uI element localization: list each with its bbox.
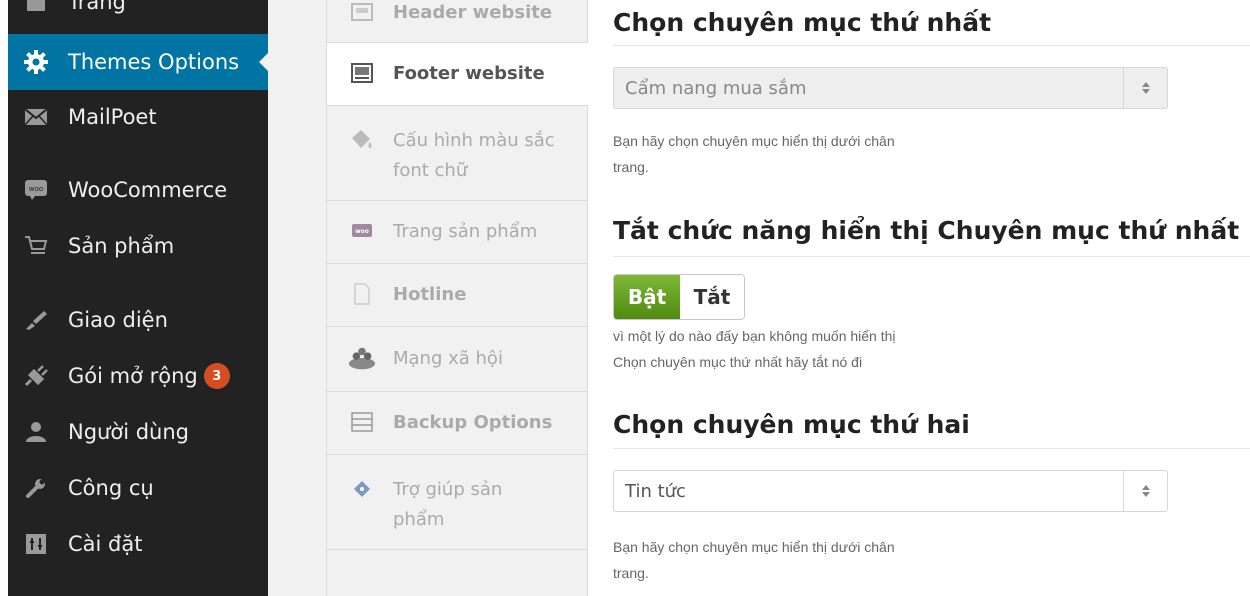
sidebar-edge bbox=[0, 0, 8, 596]
options-content: Chọn chuyên mục thứ nhất Cẩm nang mua sắ… bbox=[588, 0, 1250, 596]
footer-icon bbox=[347, 59, 377, 87]
divider bbox=[613, 45, 1250, 46]
cart-icon bbox=[22, 232, 50, 260]
tab-label: Trang sản phẩm bbox=[393, 221, 538, 242]
header-icon bbox=[347, 0, 377, 26]
sidebar-item-label: Sản phẩm bbox=[68, 234, 175, 258]
first-category-description: Bạn hãy chọn chuyên mục hiển thị dưới ch… bbox=[613, 133, 895, 175]
tab-label: Footer website bbox=[393, 63, 545, 84]
sidebar-item-mailpoet[interactable]: MailPoet bbox=[8, 94, 268, 140]
admin-sidebar: Trang Themes Options MailPoet woo WooCom… bbox=[0, 0, 268, 596]
svg-text:woo: woo bbox=[29, 185, 43, 193]
svg-text:woo: woo bbox=[355, 228, 369, 235]
woo-product-icon: woo bbox=[347, 217, 377, 245]
tab-label: Hotline bbox=[393, 284, 467, 305]
toggle-on-button[interactable]: Bật bbox=[614, 275, 680, 319]
tab-label: Mạng xã hội bbox=[393, 348, 503, 369]
tab-label: Trợ giúp sản phẩm bbox=[393, 479, 503, 530]
settings-icon bbox=[22, 530, 50, 558]
first-category-select[interactable]: Cẩm nang mua sắm bbox=[613, 67, 1168, 109]
social-icon bbox=[347, 344, 377, 372]
sidebar-item-label: Công cụ bbox=[68, 476, 154, 500]
second-category-select[interactable]: Tin tức bbox=[613, 470, 1168, 512]
tab-backup-options[interactable]: Backup Options bbox=[327, 392, 588, 455]
paint-bucket-icon bbox=[347, 126, 377, 154]
toggle-off-button[interactable]: Tắt bbox=[680, 275, 744, 319]
plugin-icon bbox=[22, 362, 50, 390]
sidebar-item-label: Người dùng bbox=[68, 420, 189, 444]
section-title-second-category: Chọn chuyên mục thứ hai bbox=[613, 410, 970, 439]
tab-color-font-config[interactable]: Cấu hình màu sắc font chữ bbox=[327, 106, 588, 201]
envelope-icon bbox=[22, 103, 50, 131]
tab-label: Cấu hình màu sắc font chữ bbox=[393, 130, 555, 181]
sidebar-item-settings[interactable]: Cài đặt bbox=[8, 520, 268, 568]
tab-footer-website[interactable]: Footer website bbox=[327, 43, 589, 106]
section-title-first-category: Chọn chuyên mục thứ nhất bbox=[613, 8, 992, 37]
tab-product-help[interactable]: Trợ giúp sản phẩm bbox=[327, 455, 588, 550]
toggle-description: vì một lý do nào đấy bạn không muốn hiển… bbox=[613, 328, 896, 370]
sidebar-item-pages[interactable]: Trang bbox=[8, 0, 268, 20]
sidebar-item-themes-options[interactable]: Themes Options bbox=[8, 34, 268, 90]
backup-icon bbox=[347, 408, 377, 436]
tab-label: Header website bbox=[393, 2, 553, 23]
section-title-toggle-first-category: Tắt chức năng hiển thị Chuyên mục thứ nh… bbox=[613, 216, 1240, 245]
paintbrush-icon bbox=[22, 306, 50, 334]
options-tab-list: Header website Footer website Cấu hình m… bbox=[326, 0, 589, 596]
wrench-icon bbox=[22, 474, 50, 502]
sidebar-item-label: Giao diện bbox=[68, 308, 168, 332]
tab-label: Backup Options bbox=[393, 412, 553, 433]
sidebar-item-tools[interactable]: Công cụ bbox=[8, 464, 268, 512]
pages-icon bbox=[22, 0, 50, 16]
sidebar-item-users[interactable]: Người dùng bbox=[8, 408, 268, 456]
sidebar-item-woocommerce[interactable]: woo WooCommerce bbox=[8, 166, 268, 214]
sidebar-item-plugins[interactable]: Gói mở rộng 3 bbox=[8, 352, 268, 400]
first-category-toggle[interactable]: Bật Tắt bbox=[613, 274, 745, 320]
sidebar-item-products[interactable]: Sản phẩm bbox=[8, 222, 268, 270]
divider bbox=[613, 256, 1250, 257]
tab-hotline[interactable]: Hotline bbox=[327, 264, 588, 327]
help-icon bbox=[347, 475, 377, 503]
sidebar-item-appearance[interactable]: Giao diện bbox=[8, 296, 268, 344]
select-value: Tin tức bbox=[625, 480, 686, 502]
admin-page-background bbox=[268, 0, 326, 596]
gear-icon bbox=[22, 48, 50, 76]
select-arrows-icon bbox=[1123, 471, 1167, 511]
sidebar-item-label: Themes Options bbox=[68, 50, 240, 74]
select-value: Cẩm nang mua sắm bbox=[625, 77, 807, 99]
update-count-badge: 3 bbox=[203, 363, 230, 389]
tab-social-network[interactable]: Mạng xã hội bbox=[327, 327, 588, 392]
sidebar-item-label: WooCommerce bbox=[68, 178, 228, 202]
document-icon bbox=[347, 280, 377, 308]
user-icon bbox=[22, 418, 50, 446]
sidebar-item-label: Cài đặt bbox=[68, 532, 143, 556]
sidebar-item-label: Trang bbox=[68, 0, 126, 14]
second-category-description: Bạn hãy chọn chuyên mục hiển thị dưới ch… bbox=[613, 539, 895, 581]
woo-icon: woo bbox=[22, 176, 50, 204]
sidebar-item-label: Gói mở rộng bbox=[68, 364, 198, 388]
tab-product-page[interactable]: woo Trang sản phẩm bbox=[327, 201, 588, 264]
select-arrows-icon bbox=[1123, 68, 1167, 108]
tab-header-website[interactable]: Header website bbox=[327, 0, 588, 43]
divider bbox=[613, 448, 1250, 449]
sidebar-item-label: MailPoet bbox=[68, 105, 157, 129]
